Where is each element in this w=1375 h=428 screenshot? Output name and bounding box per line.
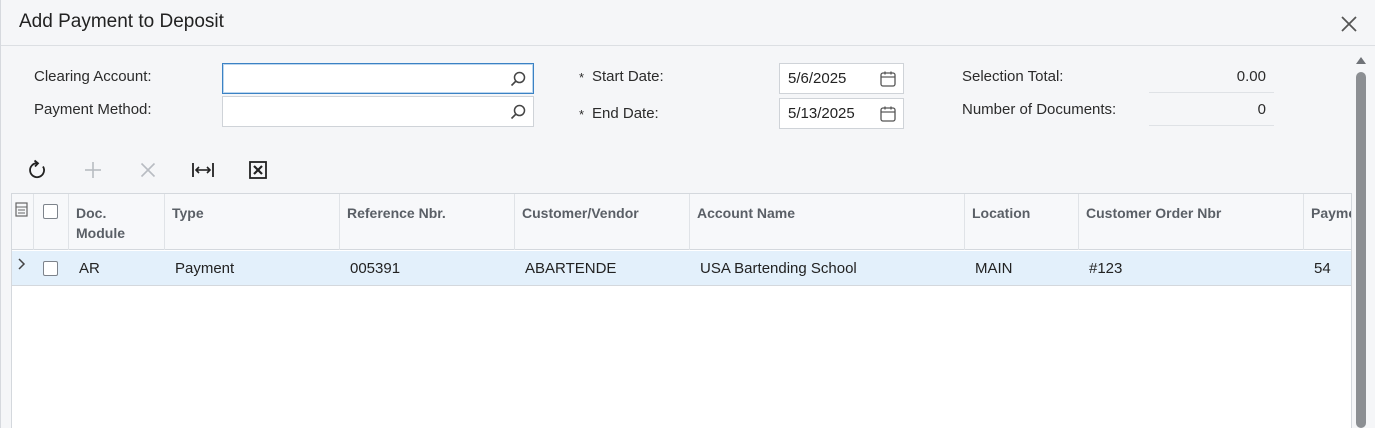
search-icon[interactable] <box>509 70 527 88</box>
cell-customer-vendor: ABARTENDE <box>525 260 617 277</box>
end-date-label: End Date: <box>592 105 659 122</box>
column-header-label: Payme <box>1311 205 1352 221</box>
selection-total-value: 0.00 <box>1149 65 1274 93</box>
cell-customer-order-nbr: #123 <box>1089 260 1123 277</box>
start-date-required-marker: * <box>579 70 585 85</box>
add-row-button[interactable] <box>80 157 106 183</box>
close-button[interactable] <box>1338 13 1360 35</box>
row-select-cell <box>34 251 69 286</box>
cell-account-name: USA Bartending School <box>700 260 857 277</box>
export-excel-icon <box>249 161 267 179</box>
search-icon[interactable] <box>509 103 527 121</box>
payment-method-field[interactable] <box>222 96 534 127</box>
column-header-doc-module[interactable]: Doc. Module <box>69 194 165 250</box>
column-header-label: Location <box>972 205 1031 221</box>
fit-columns-button[interactable] <box>190 157 216 183</box>
calendar-icon[interactable] <box>879 105 897 123</box>
column-header-label: Account Name <box>697 205 796 221</box>
end-date-required-marker: * <box>579 107 585 122</box>
column-header-type[interactable]: Type <box>165 194 340 250</box>
delete-icon <box>140 162 156 178</box>
column-header-label: Customer/Vendor <box>522 205 639 221</box>
clearing-account-field[interactable] <box>222 63 534 94</box>
fit-columns-icon <box>192 163 214 177</box>
row-expand-cell[interactable] <box>12 251 34 286</box>
selection-total-label: Selection Total: <box>962 68 1064 85</box>
end-date-field[interactable] <box>779 98 904 129</box>
cell-payment: 54 <box>1314 260 1331 277</box>
column-header-label: Reference Nbr. <box>347 205 446 221</box>
vertical-scrollbar[interactable] <box>1353 52 1369 428</box>
start-date-label: Start Date: <box>592 68 664 85</box>
column-settings-icon <box>15 202 28 217</box>
column-header-reference-nbr[interactable]: Reference Nbr. <box>340 194 515 250</box>
delete-row-button[interactable] <box>135 157 161 183</box>
payment-method-input[interactable] <box>223 97 533 126</box>
column-header-location[interactable]: Location <box>965 194 1079 250</box>
number-of-documents-label: Number of Documents: <box>962 101 1117 118</box>
clearing-account-label: Clearing Account: <box>34 68 152 85</box>
clearing-account-input[interactable] <box>223 64 533 93</box>
column-header-account-name[interactable]: Account Name <box>690 194 965 250</box>
cell-location: MAIN <box>975 260 1013 277</box>
table-row[interactable]: AR Payment 005391 ABARTENDE USA Bartendi… <box>12 251 1351 286</box>
column-header-customer-vendor[interactable]: Customer/Vendor <box>515 194 690 250</box>
select-all-checkbox[interactable] <box>43 204 58 219</box>
cell-type: Payment <box>175 260 235 277</box>
add-payment-dialog: Add Payment to Deposit Clearing Account:… <box>0 0 1375 428</box>
column-header-label: Customer Order Nbr <box>1086 205 1222 221</box>
column-header-label: Type <box>172 205 204 221</box>
column-header-payment[interactable]: Payme <box>1304 194 1352 250</box>
add-icon <box>85 162 101 178</box>
start-date-field[interactable] <box>779 63 904 94</box>
calendar-icon[interactable] <box>879 70 897 88</box>
export-excel-button[interactable] <box>245 157 271 183</box>
dialog-titlebar: Add Payment to Deposit <box>1 0 1375 46</box>
column-header-customer-order-nbr[interactable]: Customer Order Nbr <box>1079 194 1304 250</box>
refresh-button[interactable] <box>25 157 51 183</box>
select-all-header <box>34 194 69 250</box>
number-of-documents-value: 0 <box>1149 98 1274 126</box>
cell-reference-nbr: 005391 <box>350 260 401 277</box>
row-select-checkbox[interactable] <box>43 261 58 276</box>
chevron-right-icon <box>18 258 26 270</box>
payment-method-label: Payment Method: <box>34 101 152 118</box>
cell-doc-module: AR <box>79 260 100 277</box>
payments-grid: Doc. Module Type Reference Nbr. Customer… <box>11 193 1352 428</box>
column-settings-header[interactable] <box>12 194 34 250</box>
column-header-label: Module <box>76 225 125 241</box>
grid-header: Doc. Module Type Reference Nbr. Customer… <box>12 194 1352 250</box>
scroll-thumb[interactable] <box>1356 72 1366 428</box>
close-icon <box>1341 16 1357 32</box>
refresh-icon <box>29 159 45 179</box>
scroll-up-arrow-icon[interactable] <box>1356 57 1366 64</box>
column-header-label: Doc. <box>76 205 107 221</box>
dialog-title: Add Payment to Deposit <box>19 11 224 32</box>
